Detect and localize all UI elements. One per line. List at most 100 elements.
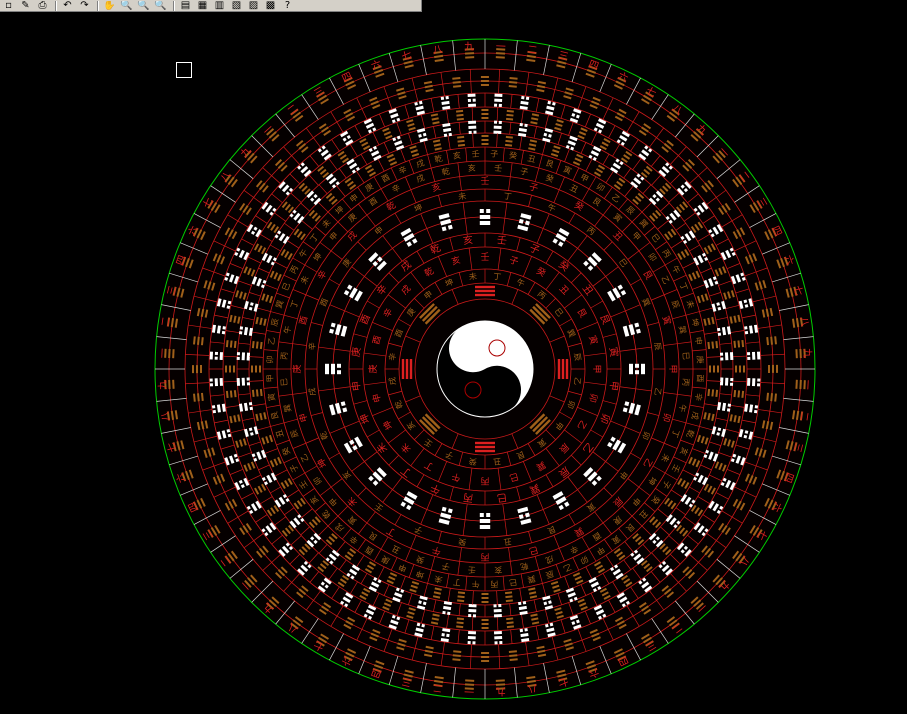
center-trigram-bar [401,359,405,379]
band5-line-dot [472,614,477,618]
text-band1-label: 甲 [266,374,275,382]
band3-line-dot [493,630,502,635]
band3-line-dot [209,383,214,387]
band3-line-dot [494,641,498,645]
text-band2-label: 亥 [468,163,477,174]
band3-line-dot [472,641,476,645]
inner-trigram-dot [337,363,341,368]
text-band1-label: 卯 [266,355,275,363]
inner-trigram-dot [486,513,491,517]
inner-text-label: 甲 [607,380,619,391]
band4-bar [481,626,489,630]
inner-trigram-dot [635,370,639,375]
band5-line-dot [236,377,241,386]
text-band1-label: 癸 [509,150,518,161]
band4-bar [232,365,236,373]
center-trigram-bar [475,441,495,445]
band2-bar [775,364,779,373]
drawing-canvas[interactable]: 一二三四六七八九一二三四六七八九一二三四六七八九一二三四六七八九一二三四六七八九… [0,0,907,714]
band2-bar [191,365,195,374]
band5-line-dot [473,130,477,134]
band5-line-dot [236,356,240,361]
band5-line-dot [493,120,498,124]
inner-trigram-dot [635,363,639,368]
band5-line-dot [498,603,502,608]
inner-trigram-dot [479,525,491,529]
text-band2-label: 丙 [681,378,691,387]
band5-line-dot [246,382,251,386]
band5-line-dot [729,382,734,386]
center-trigram-bar [475,289,495,293]
band5-line-dot [719,352,724,356]
band3-line-dot [756,351,761,360]
band3-line-dot [219,377,224,386]
band3-line-dot [222,326,226,330]
band5-line-dot [248,401,253,406]
outer-number-label: 八 [797,316,809,328]
band3-line-dot [525,96,530,101]
band5-line-dot [724,352,729,361]
text-band4-label: 未 [458,191,467,202]
outer-number-label: 一 [158,348,169,359]
yin-yang-white-dot [488,339,506,357]
text-band2-label: 巳 [681,352,691,361]
inner-text3-label: 戌 [387,377,398,386]
center-trigram-bar [565,359,569,379]
band5-line-dot [249,406,254,411]
band3-line-dot [751,351,756,360]
text-band1-label: 申 [693,336,704,345]
outer-number-label: 一 [464,685,475,696]
band5-line-dot [498,120,502,125]
band3-line-dot [498,103,502,108]
text-band2-label: 亥 [494,565,503,576]
band5-line-dot [241,377,246,386]
inner-text3-label: 癸 [468,456,477,467]
band2-bar [767,364,771,373]
inner-text-label: 壬 [496,234,507,247]
inner-trigram-dot [486,209,491,213]
text-band1-label: 丙 [490,579,498,588]
inner-text3-label: 辰 [572,352,582,361]
band6-bar [251,365,253,373]
band5-line-dot [493,608,502,613]
band3-line-dot [446,633,450,638]
center-trigram-bar [405,359,409,379]
band5-line-dot [236,352,241,356]
band4-bar [738,365,742,373]
band5-line-dot [241,352,246,361]
band3-line-dot [472,98,476,102]
band5-line-dot [716,327,721,332]
band6-bar [713,365,715,373]
band3-line-dot [468,103,477,108]
band3-line-dot [468,630,477,635]
band5-line-dot [468,613,472,618]
band2-bar [480,75,489,79]
band5-line-dot [493,604,497,608]
band3-line-dot [221,330,226,335]
band5-line-dot [238,331,243,335]
band3-line-dot [753,409,758,414]
center-trigram-bar [475,449,495,453]
band3-line-dot [493,103,498,107]
center-trigram-bar [475,293,495,297]
band5-line-dot [717,332,722,337]
band3-line-dot [756,383,761,387]
outer-number-label: 九 [801,348,813,359]
band5-line-dot [517,601,522,606]
band6-bar [717,365,719,373]
band3-line-dot [211,405,216,409]
inner-trigram-dot [325,363,329,375]
band3-line-dot [747,356,751,361]
band3-line-dot [467,640,471,645]
text-band1-label: 寅 [266,393,277,402]
band5-line-dot [239,326,244,330]
band2-bar [481,651,490,655]
band6-bar [481,601,489,603]
band5-line-dot [448,132,453,137]
center-trigram-bar [561,359,565,379]
band3-line-dot [754,405,759,409]
band2-bar [480,79,489,83]
band2-bar [481,659,490,663]
inner-trigram-dot [337,370,341,375]
band5-line-dot [730,377,734,382]
